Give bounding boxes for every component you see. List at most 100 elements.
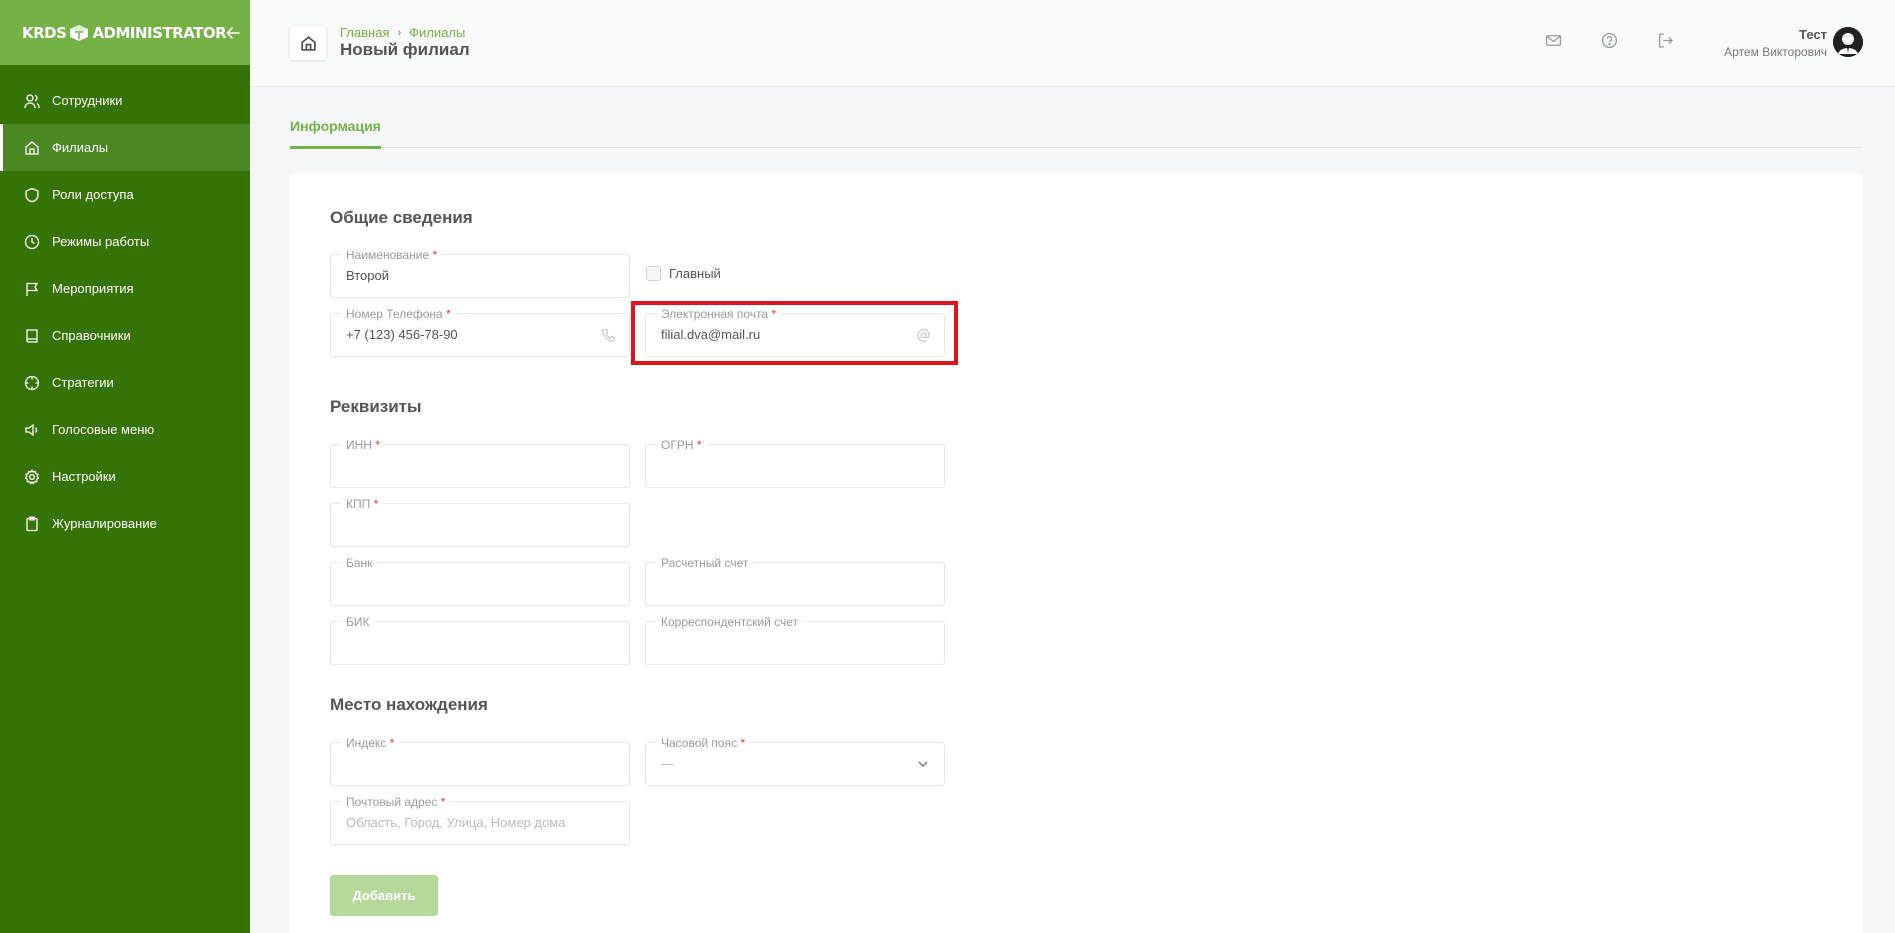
- sidebar-item-label: Голосовые меню: [52, 422, 155, 437]
- name-input[interactable]: [346, 268, 586, 283]
- header-actions: [1545, 32, 1675, 50]
- kpp-input[interactable]: [346, 517, 586, 532]
- sidebar-item-label: Справочники: [52, 328, 131, 343]
- phone-field[interactable]: Номер Телефона *: [330, 307, 630, 357]
- general-section-title: Общие сведения: [330, 208, 473, 227]
- timezone-field-label: Часовой пояс *: [656, 736, 751, 750]
- kpp-label-text: КПП: [346, 497, 371, 511]
- tab-bar: Информация: [290, 118, 1862, 149]
- inn-field[interactable]: ИНН *: [330, 438, 630, 488]
- user-info[interactable]: Тест Артем Викторович: [1724, 27, 1827, 59]
- phone-input[interactable]: [346, 327, 586, 342]
- name-field[interactable]: Наименование *: [330, 248, 630, 298]
- corr-account-field-label: Корреспондентский счет: [656, 615, 804, 629]
- postal-address-input[interactable]: [346, 815, 586, 830]
- breadcrumb-separator-icon: ›: [397, 26, 402, 39]
- user-avatar-icon: [1833, 27, 1863, 57]
- timezone-selected-value: —: [661, 756, 674, 771]
- sidebar-item-directories[interactable]: Справочники: [0, 312, 250, 359]
- logo-cube-icon: [68, 23, 90, 43]
- sidebar-item-label: Журналирование: [52, 516, 157, 531]
- main-branch-checkbox-row[interactable]: Главный: [646, 266, 721, 281]
- location-section-title: Место нахождения: [330, 695, 488, 714]
- users-icon: [24, 93, 40, 109]
- corr-account-input[interactable]: [661, 635, 901, 650]
- required-mark: *: [375, 438, 380, 452]
- kpp-field[interactable]: КПП *: [330, 497, 630, 547]
- mail-icon[interactable]: [1545, 32, 1563, 50]
- breadcrumb-branches-link[interactable]: Филиалы: [409, 25, 465, 40]
- requisites-section-title: Реквизиты: [330, 397, 422, 416]
- index-input[interactable]: [346, 756, 586, 771]
- main-branch-checkbox-label: Главный: [669, 266, 721, 281]
- email-field-label: Электронная почта *: [656, 307, 782, 321]
- logout-icon[interactable]: [1657, 32, 1675, 50]
- sidebar-item-label: Роли доступа: [52, 187, 134, 202]
- avatar[interactable]: [1833, 27, 1863, 57]
- sidebar-item-access-roles[interactable]: Роли доступа: [0, 171, 250, 218]
- user-fullname: Артем Викторович: [1724, 45, 1827, 59]
- sidebar-header: KRDS ADMINISTRATOR: [0, 0, 250, 65]
- sidebar-item-logging[interactable]: Журналирование: [0, 500, 250, 547]
- postal-address-label-text: Почтовый адрес: [346, 795, 438, 809]
- bik-field[interactable]: БИК: [330, 615, 630, 665]
- at-sign-icon: [916, 328, 932, 344]
- ogrn-field[interactable]: ОГРН *: [645, 438, 945, 488]
- required-mark: *: [740, 736, 746, 750]
- email-field[interactable]: Электронная почта *: [645, 307, 945, 357]
- timezone-select[interactable]: Часовой пояс * —: [645, 736, 945, 786]
- inn-input[interactable]: [346, 458, 586, 473]
- required-mark: *: [446, 307, 451, 321]
- index-field[interactable]: Индекс *: [330, 736, 630, 786]
- sidebar-item-work-modes[interactable]: Режимы работы: [0, 218, 250, 265]
- bik-input[interactable]: [346, 635, 586, 650]
- sidebar-item-strategies[interactable]: Стратегии: [0, 359, 250, 406]
- sidebar-item-settings[interactable]: Настройки: [0, 453, 250, 500]
- add-button[interactable]: Добавить: [330, 875, 438, 916]
- inn-label-text: ИНН: [346, 438, 372, 452]
- collapse-sidebar-button[interactable]: [226, 22, 241, 44]
- bank-field[interactable]: Банк: [330, 556, 630, 606]
- account-input[interactable]: [661, 576, 901, 591]
- breadcrumb-home-link[interactable]: Главная: [340, 25, 389, 40]
- corr-account-field[interactable]: Корреспондентский счет: [645, 615, 945, 665]
- sidebar-nav: Сотрудники Филиалы Роли доступа Режимы р…: [0, 65, 250, 547]
- clock-icon: [24, 234, 40, 250]
- account-field[interactable]: Расчетный счет: [645, 556, 945, 606]
- bik-field-label: БИК: [341, 615, 375, 629]
- help-icon[interactable]: [1601, 32, 1619, 50]
- clipboard-icon: [24, 516, 40, 532]
- bank-input[interactable]: [346, 576, 586, 591]
- sidebar-item-events[interactable]: Мероприятия: [0, 265, 250, 312]
- main-branch-checkbox[interactable]: [646, 266, 661, 281]
- logo-right-text: ADMINISTRATOR: [92, 23, 227, 42]
- ogrn-input[interactable]: [661, 458, 901, 473]
- required-mark: *: [696, 438, 702, 452]
- tab-information[interactable]: Информация: [290, 118, 381, 149]
- ogrn-label-text: ОГРН: [661, 438, 694, 452]
- postal-address-field-label: Почтовый адрес *: [341, 795, 451, 809]
- sidebar-item-employees[interactable]: Сотрудники: [0, 77, 250, 124]
- home-button[interactable]: [290, 26, 326, 60]
- app-logo[interactable]: KRDS ADMINISTRATOR: [22, 23, 227, 43]
- index-label-text: Индекс: [346, 736, 387, 750]
- required-mark: *: [432, 248, 438, 262]
- arrow-left-icon: [226, 26, 241, 39]
- required-mark: *: [440, 795, 446, 809]
- top-header: Главная › Филиалы Новый филиал Тест Арте…: [250, 0, 1895, 87]
- sidebar-item-label: Настройки: [52, 469, 116, 484]
- phone-label-text: Номер Телефона: [346, 307, 443, 321]
- phone-field-label: Номер Телефона *: [341, 307, 456, 321]
- inn-field-label: ИНН *: [341, 438, 385, 452]
- flag-icon: [24, 281, 40, 297]
- breadcrumb: Главная › Филиалы: [340, 25, 465, 40]
- gear-icon: [24, 468, 40, 485]
- postal-address-field[interactable]: Почтовый адрес *: [330, 795, 630, 845]
- email-input[interactable]: [661, 327, 901, 342]
- sidebar-item-voice-menus[interactable]: Голосовые меню: [0, 406, 250, 453]
- kpp-field-label: КПП *: [341, 497, 384, 511]
- required-mark: *: [373, 497, 379, 511]
- name-label-text: Наименование: [346, 248, 430, 262]
- sidebar-item-branches[interactable]: Филиалы: [0, 124, 250, 171]
- home-icon: [24, 140, 40, 156]
